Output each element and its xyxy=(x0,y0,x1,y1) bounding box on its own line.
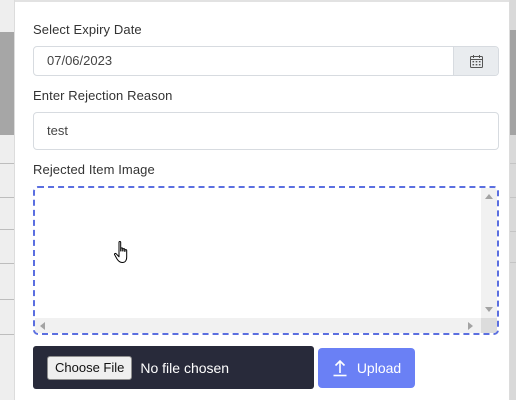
scroll-up-icon[interactable] xyxy=(485,194,493,199)
scrollbar-corner xyxy=(481,318,497,333)
scroll-left-icon[interactable] xyxy=(40,322,45,330)
rejected-image-preview[interactable] xyxy=(33,186,499,335)
calendar-button[interactable] xyxy=(453,47,498,75)
background-page-left xyxy=(0,0,14,400)
horizontal-scrollbar[interactable] xyxy=(35,318,481,333)
upload-arrow-icon xyxy=(333,359,347,377)
hand-pointer-icon xyxy=(113,240,128,263)
file-picker: Choose File No file chosen xyxy=(33,346,314,389)
rejection-modal: Select Expiry Date 07/06/2023 Enter Reje… xyxy=(14,0,510,400)
rejection-reason-label: Enter Rejection Reason xyxy=(33,88,173,103)
file-status-text: No file chosen xyxy=(140,359,230,376)
expiry-date-group[interactable]: 07/06/2023 xyxy=(33,46,499,76)
choose-file-button[interactable]: Choose File xyxy=(47,355,133,380)
background-page-right xyxy=(510,0,516,400)
upload-button-label: Upload xyxy=(356,360,402,376)
scroll-right-icon[interactable] xyxy=(468,322,473,330)
page: Select Expiry Date 07/06/2023 Enter Reje… xyxy=(0,0,516,400)
rejection-reason-input[interactable]: test xyxy=(33,112,499,150)
calendar-icon xyxy=(469,54,483,68)
modal-header-divider xyxy=(15,0,509,2)
scroll-down-icon[interactable] xyxy=(485,307,493,312)
expiry-date-input[interactable]: 07/06/2023 xyxy=(34,47,453,75)
expiry-date-label: Select Expiry Date xyxy=(33,22,142,37)
rejected-image-label: Rejected Item Image xyxy=(33,162,155,177)
upload-button[interactable]: Upload xyxy=(318,348,415,388)
vertical-scrollbar[interactable] xyxy=(481,188,497,318)
